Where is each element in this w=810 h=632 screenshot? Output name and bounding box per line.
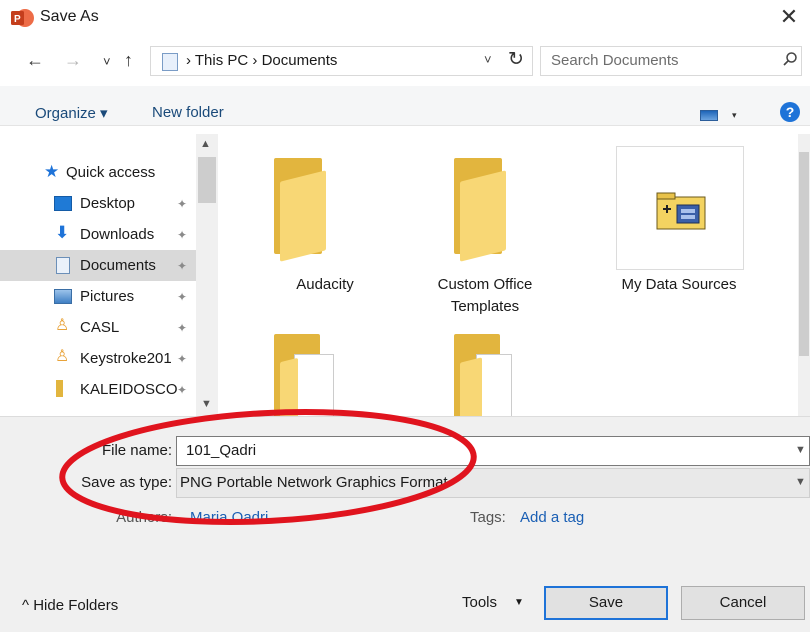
folder-icon bbox=[56, 380, 63, 397]
pictures-icon bbox=[54, 289, 72, 304]
chevron-down-icon[interactable]: ▼ bbox=[795, 444, 806, 456]
sidebar-item-casl[interactable]: ♙ CASL ✦ bbox=[0, 312, 196, 343]
annotation-ellipse bbox=[59, 409, 477, 525]
file-item-my-data-sources[interactable] bbox=[616, 146, 744, 270]
tools-menu[interactable]: Tools bbox=[462, 594, 497, 611]
refresh-icon[interactable]: ↻ bbox=[508, 48, 524, 71]
help-icon[interactable]: ? bbox=[780, 102, 800, 122]
data-source-folder-icon bbox=[656, 192, 706, 230]
folder-front bbox=[460, 170, 506, 262]
search-placeholder: Search Documents bbox=[551, 52, 679, 69]
folder-front bbox=[280, 170, 326, 262]
recent-locations-dropdown[interactable]: ˅ bbox=[103, 54, 111, 69]
file-label: Audacity bbox=[296, 276, 354, 293]
sidebar-item-kaleidoscope[interactable]: KALEIDOSCO ✦ bbox=[0, 374, 196, 405]
file-label: Custom Office Templates bbox=[437, 276, 533, 315]
up-arrow-icon[interactable]: ↑ bbox=[124, 50, 133, 71]
sidebar-item-pictures[interactable]: Pictures ✦ bbox=[0, 281, 196, 312]
pin-icon[interactable]: ✦ bbox=[177, 321, 187, 335]
file-list: Audacity Custom Office Templates My Data… bbox=[218, 134, 798, 416]
sidebar-item-label: CASL bbox=[80, 319, 120, 336]
command-bar bbox=[0, 86, 810, 126]
pin-icon[interactable]: ✦ bbox=[177, 290, 187, 304]
chevron-down-icon[interactable]: ▼ bbox=[795, 476, 806, 488]
sidebar-item-label: Documents bbox=[80, 257, 156, 274]
view-options-caret[interactable]: ▾ bbox=[732, 110, 737, 121]
sidebar-item-label: Pictures bbox=[80, 288, 135, 305]
scroll-up-icon[interactable]: ▲ bbox=[200, 138, 211, 150]
user-folder-icon: ♙ bbox=[55, 317, 70, 334]
sidebar-item-label: KALEIDOSCO bbox=[80, 381, 178, 398]
sidebar-item-documents[interactable]: Documents ✦ bbox=[0, 250, 196, 281]
close-icon[interactable]: ✕ bbox=[774, 4, 804, 30]
file-item-custom-office-templates[interactable] bbox=[454, 158, 538, 262]
change-view-icon[interactable] bbox=[700, 110, 718, 121]
sidebar-item-label: Quick access bbox=[66, 164, 156, 181]
user-folder-icon: ♙ bbox=[55, 348, 70, 365]
powerpoint-icon: P bbox=[11, 9, 34, 27]
breadcrumb[interactable]: › This PC › Documents bbox=[186, 52, 337, 69]
cancel-button[interactable]: Cancel bbox=[681, 586, 805, 620]
hide-folders-button[interactable]: ^ Hide Folders bbox=[22, 597, 118, 614]
pin-icon[interactable]: ✦ bbox=[177, 383, 187, 397]
back-arrow-icon[interactable]: ← bbox=[26, 50, 44, 71]
add-tag-link[interactable]: Add a tag bbox=[520, 509, 584, 526]
sidebar-item-quick-access[interactable]: ★ Quick access bbox=[0, 157, 196, 188]
save-button[interactable]: Save bbox=[544, 586, 668, 620]
nav-scrollbar-thumb[interactable] bbox=[198, 157, 216, 203]
navigation-pane: ★ Quick access Desktop ✦ ⬇ Downloads ✦ D… bbox=[0, 134, 218, 416]
pin-icon[interactable]: ✦ bbox=[177, 197, 187, 211]
pin-icon[interactable]: ✦ bbox=[177, 352, 187, 366]
search-icon[interactable] bbox=[782, 51, 798, 67]
svg-text:P: P bbox=[14, 14, 21, 25]
documents-location-icon bbox=[162, 53, 178, 71]
star-icon: ★ bbox=[44, 162, 60, 181]
organize-menu[interactable]: Organize ▾ bbox=[35, 104, 108, 122]
documents-icon bbox=[56, 257, 70, 274]
sidebar-item-label: Desktop bbox=[80, 195, 136, 212]
title-bar bbox=[0, 0, 810, 36]
file-label: My Data Sources bbox=[621, 276, 737, 293]
sidebar-item-desktop[interactable]: Desktop ✦ bbox=[0, 188, 196, 219]
pin-icon[interactable]: ✦ bbox=[177, 259, 187, 273]
tools-caret-icon[interactable]: ▼ bbox=[514, 597, 524, 608]
chevron-down-icon[interactable]: ˅ bbox=[484, 52, 492, 67]
new-folder-button[interactable]: New folder bbox=[152, 104, 224, 121]
file-item-audacity[interactable] bbox=[266, 158, 350, 262]
file-scrollbar-thumb[interactable] bbox=[799, 152, 809, 356]
sidebar-item-keystroke[interactable]: ♙ Keystroke201 ✦ bbox=[0, 343, 196, 374]
download-icon: ⬇ bbox=[55, 223, 70, 242]
sidebar-item-downloads[interactable]: ⬇ Downloads ✦ bbox=[0, 219, 196, 250]
desktop-icon bbox=[54, 196, 72, 211]
pin-icon[interactable]: ✦ bbox=[177, 228, 187, 242]
sidebar-item-label: Downloads bbox=[80, 226, 155, 243]
window-title: Save As bbox=[40, 8, 99, 25]
forward-arrow-icon[interactable]: → bbox=[64, 50, 82, 71]
sidebar-item-label: Keystroke201 bbox=[80, 350, 172, 367]
